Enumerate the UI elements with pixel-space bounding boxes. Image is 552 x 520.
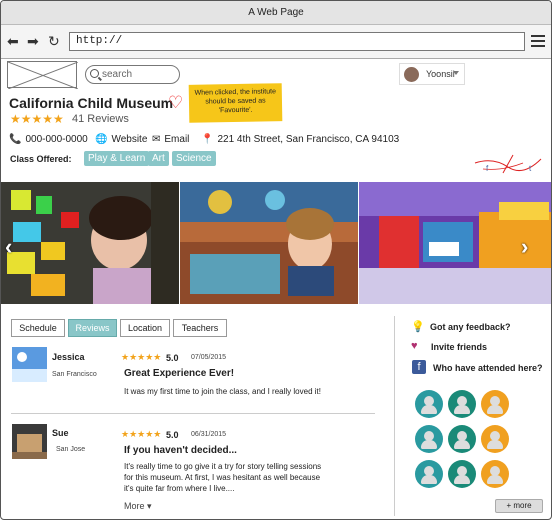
more-attendees-button[interactable]: + more xyxy=(495,499,543,513)
reviewer-name: Jessica xyxy=(52,352,85,362)
url-field[interactable]: http:// xyxy=(69,32,525,51)
gallery-photo-1[interactable] xyxy=(1,182,179,304)
attendee-avatar[interactable] xyxy=(481,425,509,453)
reviews-count-link[interactable]: 41 Reviews xyxy=(72,113,129,125)
attendee-avatar[interactable] xyxy=(448,390,476,418)
globe-icon: 🌐 xyxy=(95,134,108,145)
more-link-label: More xyxy=(124,501,145,511)
tab-reviews[interactable]: Reviews xyxy=(68,319,117,337)
email-label: Email xyxy=(164,134,190,145)
website-label: Website xyxy=(111,134,148,145)
tab-location[interactable]: Location xyxy=(120,319,170,337)
avatar xyxy=(404,67,419,82)
photo-gallery xyxy=(1,182,551,304)
favourite-heart-icon[interactable]: ♡ xyxy=(168,94,183,111)
class-tag-play-learn[interactable]: Play & Learn xyxy=(84,151,150,166)
twitter-icon[interactable]: t xyxy=(529,164,531,173)
tab-schedule[interactable]: Schedule xyxy=(11,319,65,337)
review-stars: ★★★★★ xyxy=(121,352,162,362)
review-body: It was my first time to join the class, … xyxy=(124,387,321,396)
more-reviews-link[interactable]: More ▾ xyxy=(124,501,152,512)
lightbulb-icon: 💡 xyxy=(411,321,425,333)
reviewer-city: San Francisco xyxy=(52,371,97,378)
review-divider xyxy=(11,413,375,414)
attendee-avatar[interactable] xyxy=(448,460,476,488)
search-placeholder: search xyxy=(102,69,133,80)
menu-icon[interactable] xyxy=(531,35,545,50)
chevron-down-icon xyxy=(453,71,459,75)
reload-icon[interactable]: ↻ xyxy=(48,33,60,50)
review-body-line-3: it's quite far from where I live.... xyxy=(124,484,235,493)
rating-stars: ★★★★★ xyxy=(10,112,64,126)
review-headline: Great Experience Ever! xyxy=(124,368,235,379)
annotation-scribble xyxy=(474,154,542,174)
reviewer-name: Sue xyxy=(52,428,69,438)
facebook-icon: f xyxy=(412,360,426,374)
forward-icon[interactable]: ➡ xyxy=(27,33,39,50)
class-tag-science[interactable]: Science xyxy=(172,151,216,166)
review-body-line-1: It's really time to go give it a try for… xyxy=(124,462,322,471)
review-date: 06/31/2015 xyxy=(191,431,227,438)
address-link[interactable]: 📍 221 4th Street, San Francisco, CA 94103 xyxy=(201,134,399,145)
invite-friends-link[interactable]: Invite friends xyxy=(431,342,487,352)
site-logo[interactable] xyxy=(7,61,79,90)
gallery-photo-2[interactable] xyxy=(180,182,358,304)
window-title: A Web Page xyxy=(1,1,551,25)
attendee-avatar[interactable] xyxy=(481,390,509,418)
review-score: 5.0 xyxy=(166,353,179,363)
search-input[interactable]: search xyxy=(85,65,180,84)
heart-icon: ♥ xyxy=(411,340,418,352)
review-headline: If you haven't decided... xyxy=(124,445,237,456)
website-link[interactable]: 🌐 Website xyxy=(95,134,147,145)
user-menu[interactable]: Yoonsil xyxy=(399,63,465,85)
phone-number: 000-000-0000 xyxy=(25,134,88,145)
phone-contact[interactable]: 📞 000-000-0000 xyxy=(9,134,88,145)
tab-teachers[interactable]: Teachers xyxy=(173,319,227,337)
annotation-sticky-note: When clicked, the institute should be sa… xyxy=(188,83,283,123)
attendee-avatar[interactable] xyxy=(481,460,509,488)
location-pin-icon: 📍 xyxy=(201,134,214,145)
chevron-down-icon: ▾ xyxy=(147,501,152,511)
review-stars: ★★★★★ xyxy=(121,429,162,439)
gallery-prev-arrow[interactable]: ‹ xyxy=(5,234,12,260)
reviewer-avatar xyxy=(12,424,47,459)
browser-window: A Web Page ⬅ ➡ ↻ http:// search When cli… xyxy=(0,0,552,520)
facebook-icon[interactable]: f xyxy=(486,164,488,173)
attendee-avatar[interactable] xyxy=(415,460,443,488)
reviewer-avatar xyxy=(12,347,47,382)
review-body-line-2: for this museum. At first, I was hesitan… xyxy=(124,473,321,482)
page-title: California Child Museum xyxy=(9,95,174,111)
reviewer-city: San Jose xyxy=(56,446,86,453)
browser-navbar: ⬅ ➡ ↻ http:// xyxy=(1,25,551,59)
email-link[interactable]: ✉ Email xyxy=(152,134,189,145)
attendee-avatar[interactable] xyxy=(415,425,443,453)
class-offered-label: Class Offered: xyxy=(10,154,72,164)
sidebar-divider xyxy=(394,316,395,516)
user-name: Yoonsil xyxy=(426,69,455,79)
review-score: 5.0 xyxy=(166,430,179,440)
feedback-link[interactable]: Got any feedback? xyxy=(430,322,511,332)
attendee-avatar[interactable] xyxy=(448,425,476,453)
gallery-next-arrow[interactable]: › xyxy=(521,234,528,260)
review-date: 07/05/2015 xyxy=(191,354,227,361)
email-icon: ✉ xyxy=(152,134,161,145)
address-text: 221 4th Street, San Francisco, CA 94103 xyxy=(217,134,400,145)
class-tag-art[interactable]: Art xyxy=(148,151,169,166)
search-icon xyxy=(90,69,99,78)
attendee-avatar[interactable] xyxy=(415,390,443,418)
attendees-heading: Who have attended here? xyxy=(433,363,543,373)
phone-icon: 📞 xyxy=(9,134,22,145)
back-icon[interactable]: ⬅ xyxy=(7,33,19,50)
